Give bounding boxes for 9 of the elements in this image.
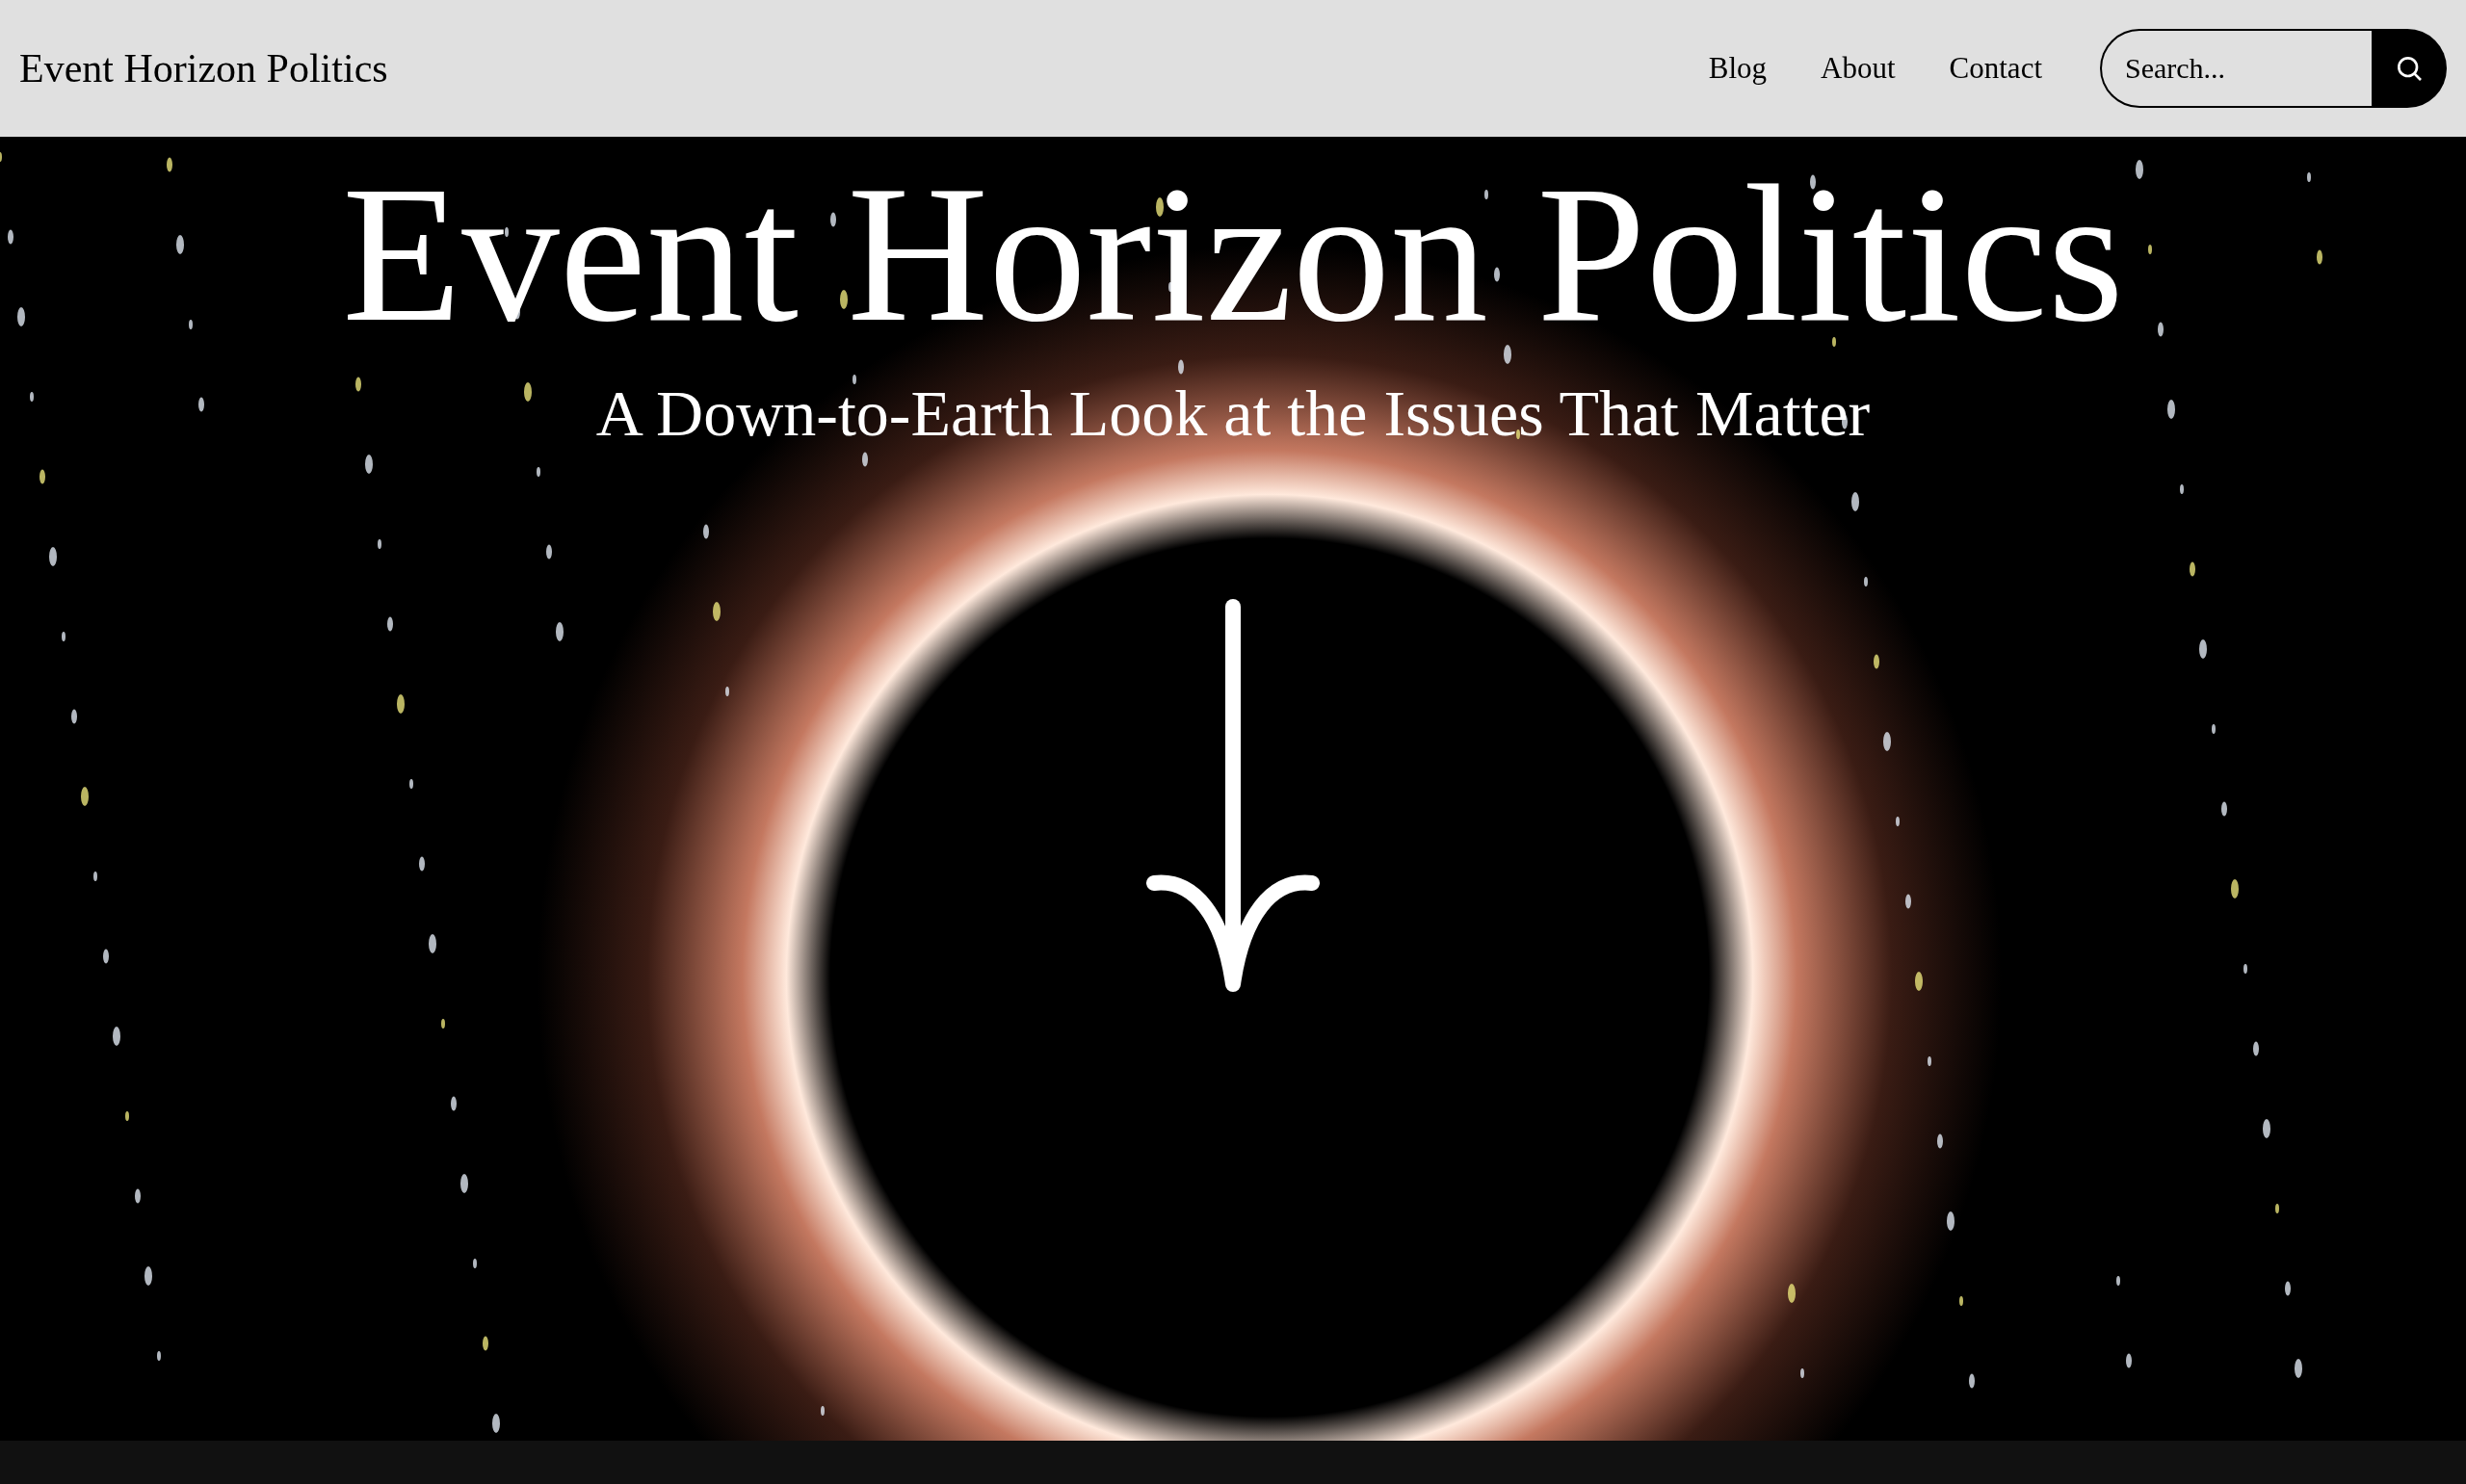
hero-subtitle: A Down-to-Earth Look at the Issues That Matter [595, 376, 1871, 452]
nav-link[interactable]: Contact [1949, 45, 2042, 91]
nav-link[interactable]: Blog [1708, 45, 1768, 91]
site-title-link[interactable]: Event Horizon Politics [19, 38, 388, 99]
search-button[interactable] [2372, 29, 2447, 108]
nav-link[interactable]: About [1821, 45, 1896, 91]
hero-title: Event Horizon Politics [342, 156, 2124, 351]
search-field[interactable]: Search... [2100, 29, 2372, 108]
down-arrow-icon[interactable] [1146, 599, 1320, 994]
